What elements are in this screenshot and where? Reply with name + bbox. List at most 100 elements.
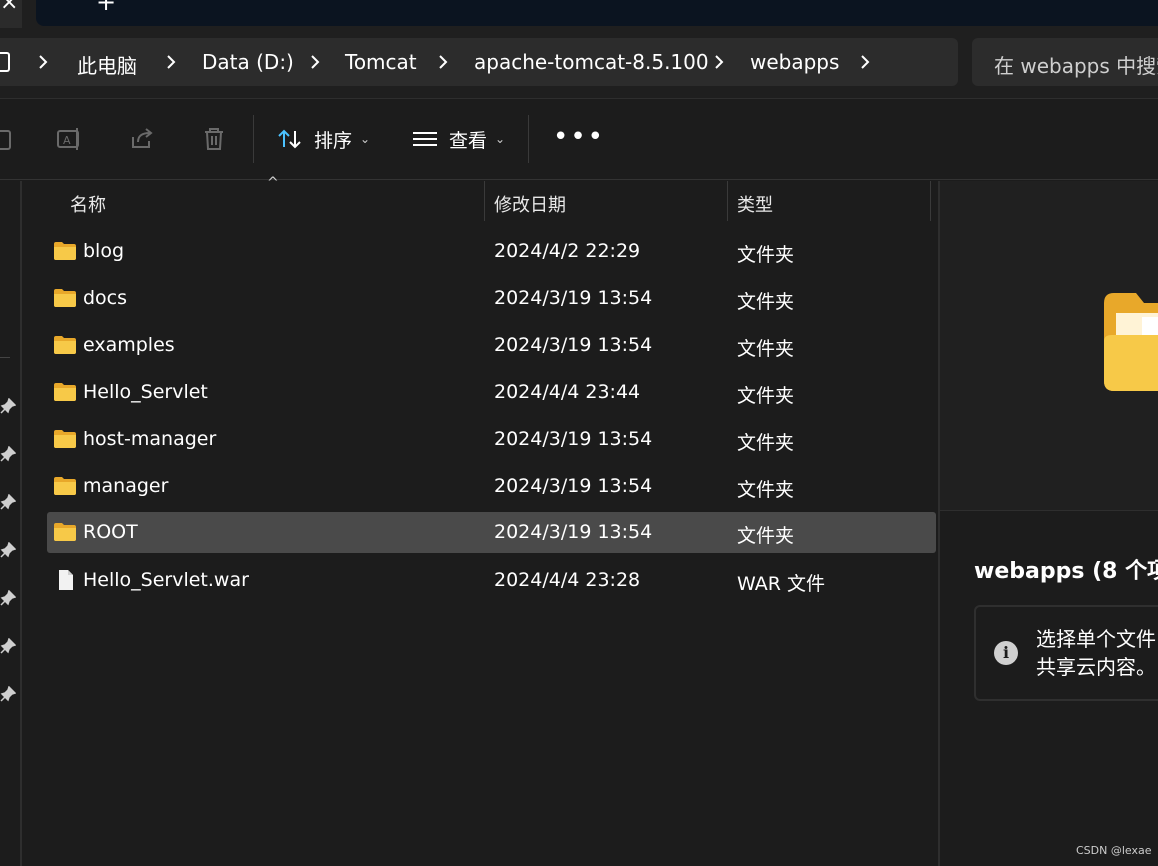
column-divider[interactable] <box>930 181 931 221</box>
file-row[interactable]: blog 2024/4/2 22:29 文件夹 <box>47 231 936 272</box>
watermark: CSDN @lexae <box>1076 844 1152 857</box>
folder-icon <box>53 382 77 402</box>
folder-icon <box>53 476 77 496</box>
computer-icon[interactable] <box>0 52 10 72</box>
file-type: 文件夹 <box>737 385 795 407</box>
info-text: 选择单个文件 共享云内容。 <box>1036 625 1156 681</box>
list-view-icon <box>413 132 437 146</box>
active-tab[interactable]: × <box>0 0 22 28</box>
file-type: 文件夹 <box>737 479 795 501</box>
chevron-right-icon[interactable] <box>712 54 726 70</box>
chevron-down-icon: ⌄ <box>360 132 371 146</box>
chevron-right-icon[interactable] <box>308 54 322 70</box>
file-name: Hello_Servlet.war <box>83 569 249 591</box>
title-bar: × + <box>0 0 1158 38</box>
folder-icon <box>53 241 77 261</box>
view-button[interactable]: 查看 ⌄ <box>411 121 505 157</box>
file-row[interactable]: docs 2024/3/19 13:54 文件夹 <box>47 278 936 319</box>
file-type: 文件夹 <box>737 244 795 266</box>
breadcrumb-this-pc[interactable]: 此电脑 <box>77 50 137 79</box>
file-type: 文件夹 <box>737 525 795 547</box>
address-bar[interactable]: 此电脑 Data (D:) Tomcat apache-tomcat-8.5.1… <box>0 38 958 86</box>
chevron-down-icon: ⌄ <box>495 132 506 146</box>
file-row[interactable]: Hello_Servlet 2024/4/4 23:44 文件夹 <box>47 372 936 413</box>
preview-area <box>940 181 1158 511</box>
file-type: 文件夹 <box>737 338 795 360</box>
chevron-right-icon[interactable] <box>436 54 450 70</box>
pin-icon <box>0 445 17 462</box>
delete-icon[interactable] <box>200 125 228 153</box>
more-options-button[interactable]: ••• <box>553 124 605 150</box>
pin-icon <box>0 637 17 654</box>
file-row[interactable]: Hello_Servlet.war 2024/4/4 23:28 WAR 文件 <box>47 560 936 601</box>
file-date: 2024/3/19 13:54 <box>494 475 653 497</box>
breadcrumb-webapps[interactable]: webapps <box>750 50 839 74</box>
breadcrumb-tomcat[interactable]: Tomcat <box>345 50 417 74</box>
column-divider[interactable] <box>727 181 728 221</box>
chevron-right-icon[interactable] <box>858 54 872 70</box>
tab-bar: + <box>36 0 1158 26</box>
file-row[interactable]: examples 2024/3/19 13:54 文件夹 <box>47 325 936 366</box>
sort-label: 排序 <box>314 129 353 152</box>
pin-icon <box>0 397 17 414</box>
svg-text:A: A <box>63 134 71 147</box>
file-name: ROOT <box>83 521 138 543</box>
file-name: Hello_Servlet <box>83 381 208 403</box>
file-date: 2024/3/19 13:54 <box>494 287 653 309</box>
breadcrumb-data-drive[interactable]: Data (D:) <box>202 50 294 74</box>
navigation-pane <box>0 181 22 866</box>
column-divider[interactable] <box>484 181 485 221</box>
info-line: 选择单个文件 <box>1036 627 1156 651</box>
chevron-right-icon[interactable] <box>164 54 178 70</box>
search-placeholder: 在 webapps 中搜索 <box>994 54 1158 78</box>
info-icon: i <box>994 641 1018 665</box>
pin-icon <box>0 685 17 702</box>
file-date: 2024/4/2 22:29 <box>494 240 641 262</box>
toolbar-divider <box>253 115 254 163</box>
sort-button[interactable]: 排序 ⌄ <box>276 121 370 157</box>
view-label: 查看 <box>449 129 488 152</box>
folder-icon <box>53 429 77 449</box>
details-title: webapps (8 个项目) <box>974 559 1158 584</box>
toolbar-divider <box>528 115 529 163</box>
pin-icon <box>0 541 17 558</box>
file-date: 2024/4/4 23:28 <box>494 569 641 591</box>
chevron-right-icon[interactable] <box>36 54 50 70</box>
column-header-name[interactable]: 名称 <box>70 191 106 217</box>
file-type: 文件夹 <box>737 291 795 313</box>
search-input[interactable]: 在 webapps 中搜索 <box>972 38 1158 86</box>
column-header-date[interactable]: 修改日期 <box>494 191 566 217</box>
paste-icon[interactable] <box>0 125 16 153</box>
file-list: ^ 名称 修改日期 类型 blog 2024/4/2 22:29 文件夹 doc… <box>24 175 936 866</box>
file-name: manager <box>83 475 169 497</box>
pin-icon <box>0 589 17 606</box>
info-card: i 选择单个文件 共享云内容。 <box>974 605 1158 701</box>
folder-icon <box>53 288 77 308</box>
sort-ascending-icon: ^ <box>267 175 279 191</box>
nav-divider <box>0 357 10 358</box>
file-type: WAR 文件 <box>737 573 825 595</box>
details-pane: webapps (8 个项目) i 选择单个文件 共享云内容。 <box>938 181 1158 866</box>
folder-icon <box>53 522 77 542</box>
file-row[interactable]: host-manager 2024/3/19 13:54 文件夹 <box>47 419 936 460</box>
file-row-selected[interactable]: ROOT 2024/3/19 13:54 文件夹 <box>47 512 936 553</box>
large-folder-icon <box>1104 293 1158 391</box>
file-icon <box>53 570 77 590</box>
folder-icon <box>53 335 77 355</box>
share-icon[interactable] <box>128 125 156 153</box>
file-name: docs <box>83 287 128 309</box>
rename-icon[interactable]: A <box>55 125 83 153</box>
file-name: host-manager <box>83 428 217 450</box>
info-line: 共享云内容。 <box>1036 655 1156 679</box>
file-type: 文件夹 <box>737 432 795 454</box>
new-tab-icon[interactable]: + <box>96 0 116 16</box>
file-name: examples <box>83 334 175 356</box>
file-date: 2024/3/19 13:54 <box>494 428 653 450</box>
tab-close-icon[interactable]: × <box>0 0 18 15</box>
file-row[interactable]: manager 2024/3/19 13:54 文件夹 <box>47 466 936 507</box>
pin-icon <box>0 493 17 510</box>
column-header-type[interactable]: 类型 <box>737 191 773 217</box>
file-date: 2024/3/19 13:54 <box>494 334 653 356</box>
breadcrumb-apache-tomcat[interactable]: apache-tomcat-8.5.100 <box>474 50 709 74</box>
file-date: 2024/3/19 13:54 <box>494 521 653 543</box>
